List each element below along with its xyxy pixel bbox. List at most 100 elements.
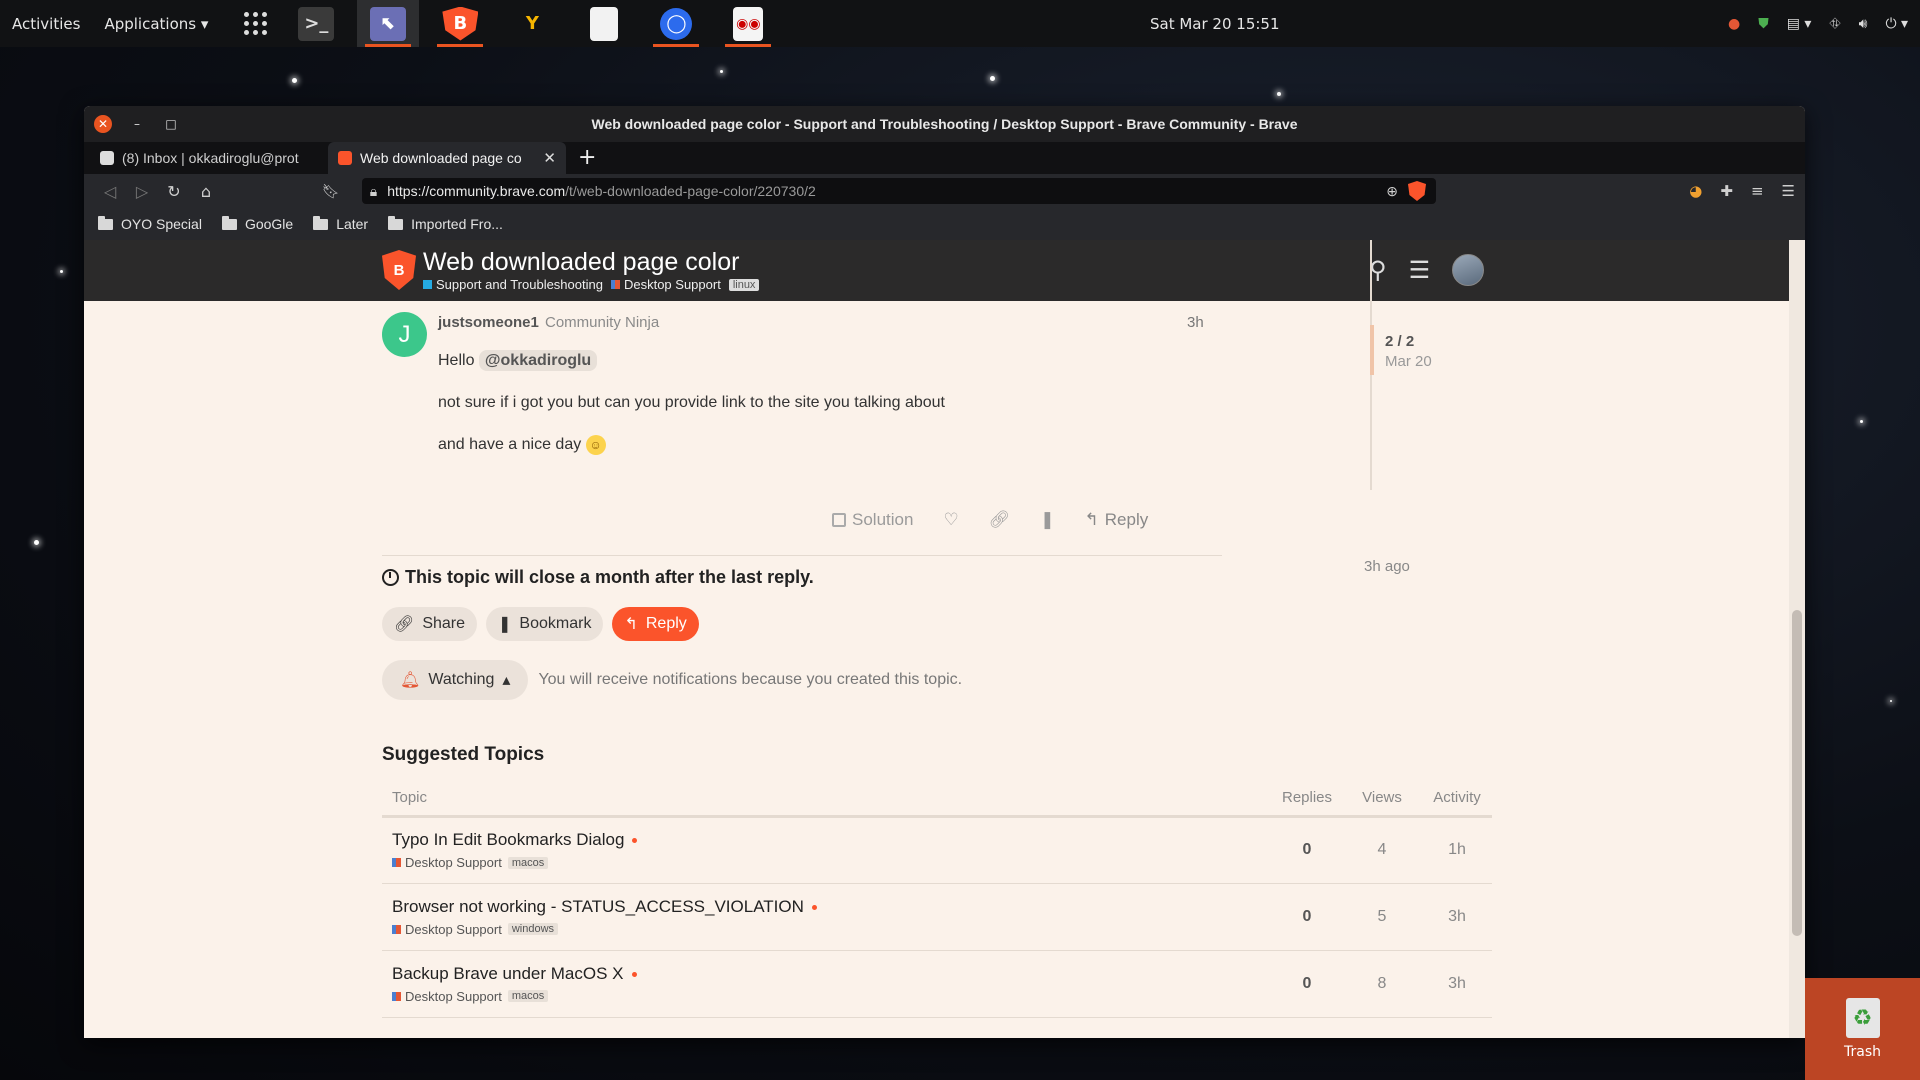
topic-link[interactable]: Browser not working - STATUS_ACCESS_VIOL… (392, 897, 804, 916)
window-titlebar[interactable]: ✕ – □ Web downloaded page color - Suppor… (84, 106, 1805, 142)
page-scrollbar[interactable] (1789, 240, 1805, 1038)
page-title[interactable]: Web downloaded page color (423, 248, 739, 277)
maximize-window-icon[interactable]: □ (162, 115, 180, 133)
share-button[interactable]: 🔗︎ Share (382, 607, 478, 641)
topic-tag[interactable]: linux (728, 278, 760, 291)
bookmark-folder[interactable]: GooGle (221, 215, 293, 232)
dock-yandex[interactable]: Y (501, 0, 563, 47)
timeline-last-activity[interactable]: 3h ago (1364, 558, 1410, 575)
dock-signal[interactable]: ◯ (645, 0, 707, 47)
user-avatar[interactable] (1452, 254, 1485, 286)
network-icon[interactable]: ⛗ (1829, 16, 1840, 32)
bookmark-folder[interactable]: Later (313, 215, 368, 232)
zoom-icon[interactable]: ⊕ (1386, 183, 1398, 200)
dock-brave[interactable]: B (429, 0, 491, 47)
bookmark-icon[interactable]: ❚ (1040, 510, 1054, 530)
topic-tag[interactable]: macos (507, 856, 549, 869)
reply-button[interactable]: ↰ Reply (612, 607, 699, 641)
user-mention[interactable]: @okkadiroglu (478, 350, 598, 371)
closing-line: and have a nice day (438, 436, 582, 453)
timeline-handle[interactable] (1370, 325, 1374, 375)
notification-level-dropdown[interactable]: 🔔︎ Watching ▴ (382, 660, 529, 700)
power-icon[interactable]: ⏻ ▾ (1885, 16, 1908, 32)
forward-icon[interactable]: ▷ (126, 182, 158, 201)
close-tab-icon[interactable]: ✕ (543, 149, 556, 167)
system-tray: ● ⛊ ▤ ▾ ⛗ 🔊︎ ⏻ ▾ (1728, 0, 1908, 47)
topic-category[interactable]: Desktop Support (392, 989, 502, 1004)
bookmarks-bar: OYO Special GooGle Later Imported Fro... (84, 208, 1805, 240)
scrollbar-thumb[interactable] (1792, 610, 1802, 936)
vpn-icon[interactable]: ● (1728, 16, 1740, 32)
new-tab-button[interactable]: + (566, 145, 608, 174)
subcategory-link[interactable]: Desktop Support (610, 277, 721, 292)
clock[interactable]: Sat Mar 20 15:51 (1150, 0, 1280, 47)
terminal-icon: >_ (298, 6, 335, 41)
dock-document-viewer[interactable]: ◉◉ (717, 0, 779, 47)
shield-tray-icon[interactable]: ⛊ (1758, 16, 1769, 32)
volume-icon[interactable]: 🔊︎ (1859, 16, 1868, 32)
url-host: https://community.brave.com (387, 183, 566, 199)
category-link[interactable]: Support and Troubleshooting (423, 277, 603, 292)
dock-text-editor[interactable] (573, 0, 635, 47)
category-label: Desktop Support (405, 855, 502, 870)
activity-time[interactable]: 3h (1422, 950, 1492, 1018)
reading-list-icon[interactable]: ≡ (1751, 182, 1764, 200)
extensions-icon[interactable]: ✚ (1720, 182, 1733, 200)
column-replies[interactable]: Replies (1272, 780, 1342, 818)
activities-button[interactable]: Activities (0, 15, 92, 33)
replies-count: 0 (1272, 950, 1342, 1018)
bookmark-folder[interactable]: Imported Fro... (388, 215, 503, 232)
applications-menu[interactable]: Applications ▾ (92, 15, 220, 33)
topic-category[interactable]: Desktop Support (392, 922, 502, 937)
close-window-icon[interactable]: ✕ (94, 115, 112, 133)
tab-inbox[interactable]: (8) Inbox | okkadiroglu@prot (90, 142, 328, 174)
column-topic: Topic (382, 780, 1272, 818)
bookmark-label: OYO Special (121, 216, 202, 232)
yandex-browser-icon: Y (525, 13, 539, 34)
copy-link-icon[interactable]: 🔗︎ (989, 510, 1011, 530)
activity-time[interactable]: 1h (1422, 816, 1492, 884)
notification-row: 🔔︎ Watching ▴ You will receive notificat… (382, 660, 962, 700)
column-views[interactable]: Views (1342, 780, 1422, 818)
rewards-icon[interactable]: ◕ (1689, 182, 1702, 200)
menu-icon[interactable]: ☰ (1782, 182, 1795, 200)
reply-button[interactable]: ↰ Reply (1085, 510, 1149, 530)
topic-link[interactable]: Backup Brave under MacOS X (392, 964, 624, 983)
dock-terminal[interactable]: >_ (285, 0, 347, 47)
desktop-trash[interactable]: ♻ Trash (1805, 978, 1920, 1080)
reload-icon[interactable]: ↻ (158, 182, 190, 201)
topic-category[interactable]: Desktop Support (392, 855, 502, 870)
dock-screenshot-tool[interactable]: ⬉ (357, 0, 420, 47)
tab-topic[interactable]: Web downloaded page co ✕ (328, 142, 566, 174)
lock-icon[interactable]: 🔒︎ (370, 183, 377, 200)
column-activity[interactable]: Activity (1422, 780, 1492, 818)
home-icon[interactable]: ⌂ (190, 182, 222, 201)
brave-logo-icon[interactable]: B (382, 250, 416, 290)
topic-cell: Browser not working - STATUS_ACCESS_VIOL… (382, 883, 1272, 951)
url-text[interactable]: https://community.brave.com/t/web-downlo… (387, 183, 1376, 199)
clipboard-icon[interactable]: ▤ ▾ (1787, 16, 1812, 32)
minimize-window-icon[interactable]: – (128, 115, 146, 133)
like-icon[interactable]: ♡ (943, 510, 958, 530)
app-grid-icon[interactable] (244, 12, 268, 35)
bookmark-folder[interactable]: OYO Special (98, 215, 202, 232)
solution-label: Solution (852, 510, 914, 529)
activity-time[interactable]: 3h (1422, 883, 1492, 951)
topic-tag[interactable]: windows (507, 923, 559, 935)
topic-link[interactable]: Typo In Edit Bookmarks Dialog (392, 830, 624, 849)
signal-icon: ◯ (660, 7, 693, 40)
author-avatar[interactable]: J (382, 312, 427, 357)
post-author[interactable]: justsomeone1 (438, 314, 539, 331)
document-viewer-icon: ◉◉ (733, 6, 764, 41)
back-icon[interactable]: ◁ (94, 182, 126, 201)
brave-shields-icon[interactable] (1408, 181, 1426, 201)
address-bar[interactable]: 🔖︎ 🔒︎ https://community.brave.com/t/web-… (322, 178, 1436, 204)
post-time[interactable]: 3h (1187, 314, 1204, 331)
dock: >_ ⬉ B Y ◯ ◉◉ (285, 0, 789, 47)
solution-button[interactable]: Solution (832, 510, 913, 530)
bookmark-button[interactable]: ❚ Bookmark (486, 607, 604, 641)
bookmark-page-icon[interactable]: 🔖︎ (322, 183, 340, 200)
topic-tag[interactable]: macos (507, 990, 549, 1002)
mail-favicon-icon (100, 151, 114, 165)
hamburger-icon[interactable]: ☰ (1409, 256, 1431, 285)
